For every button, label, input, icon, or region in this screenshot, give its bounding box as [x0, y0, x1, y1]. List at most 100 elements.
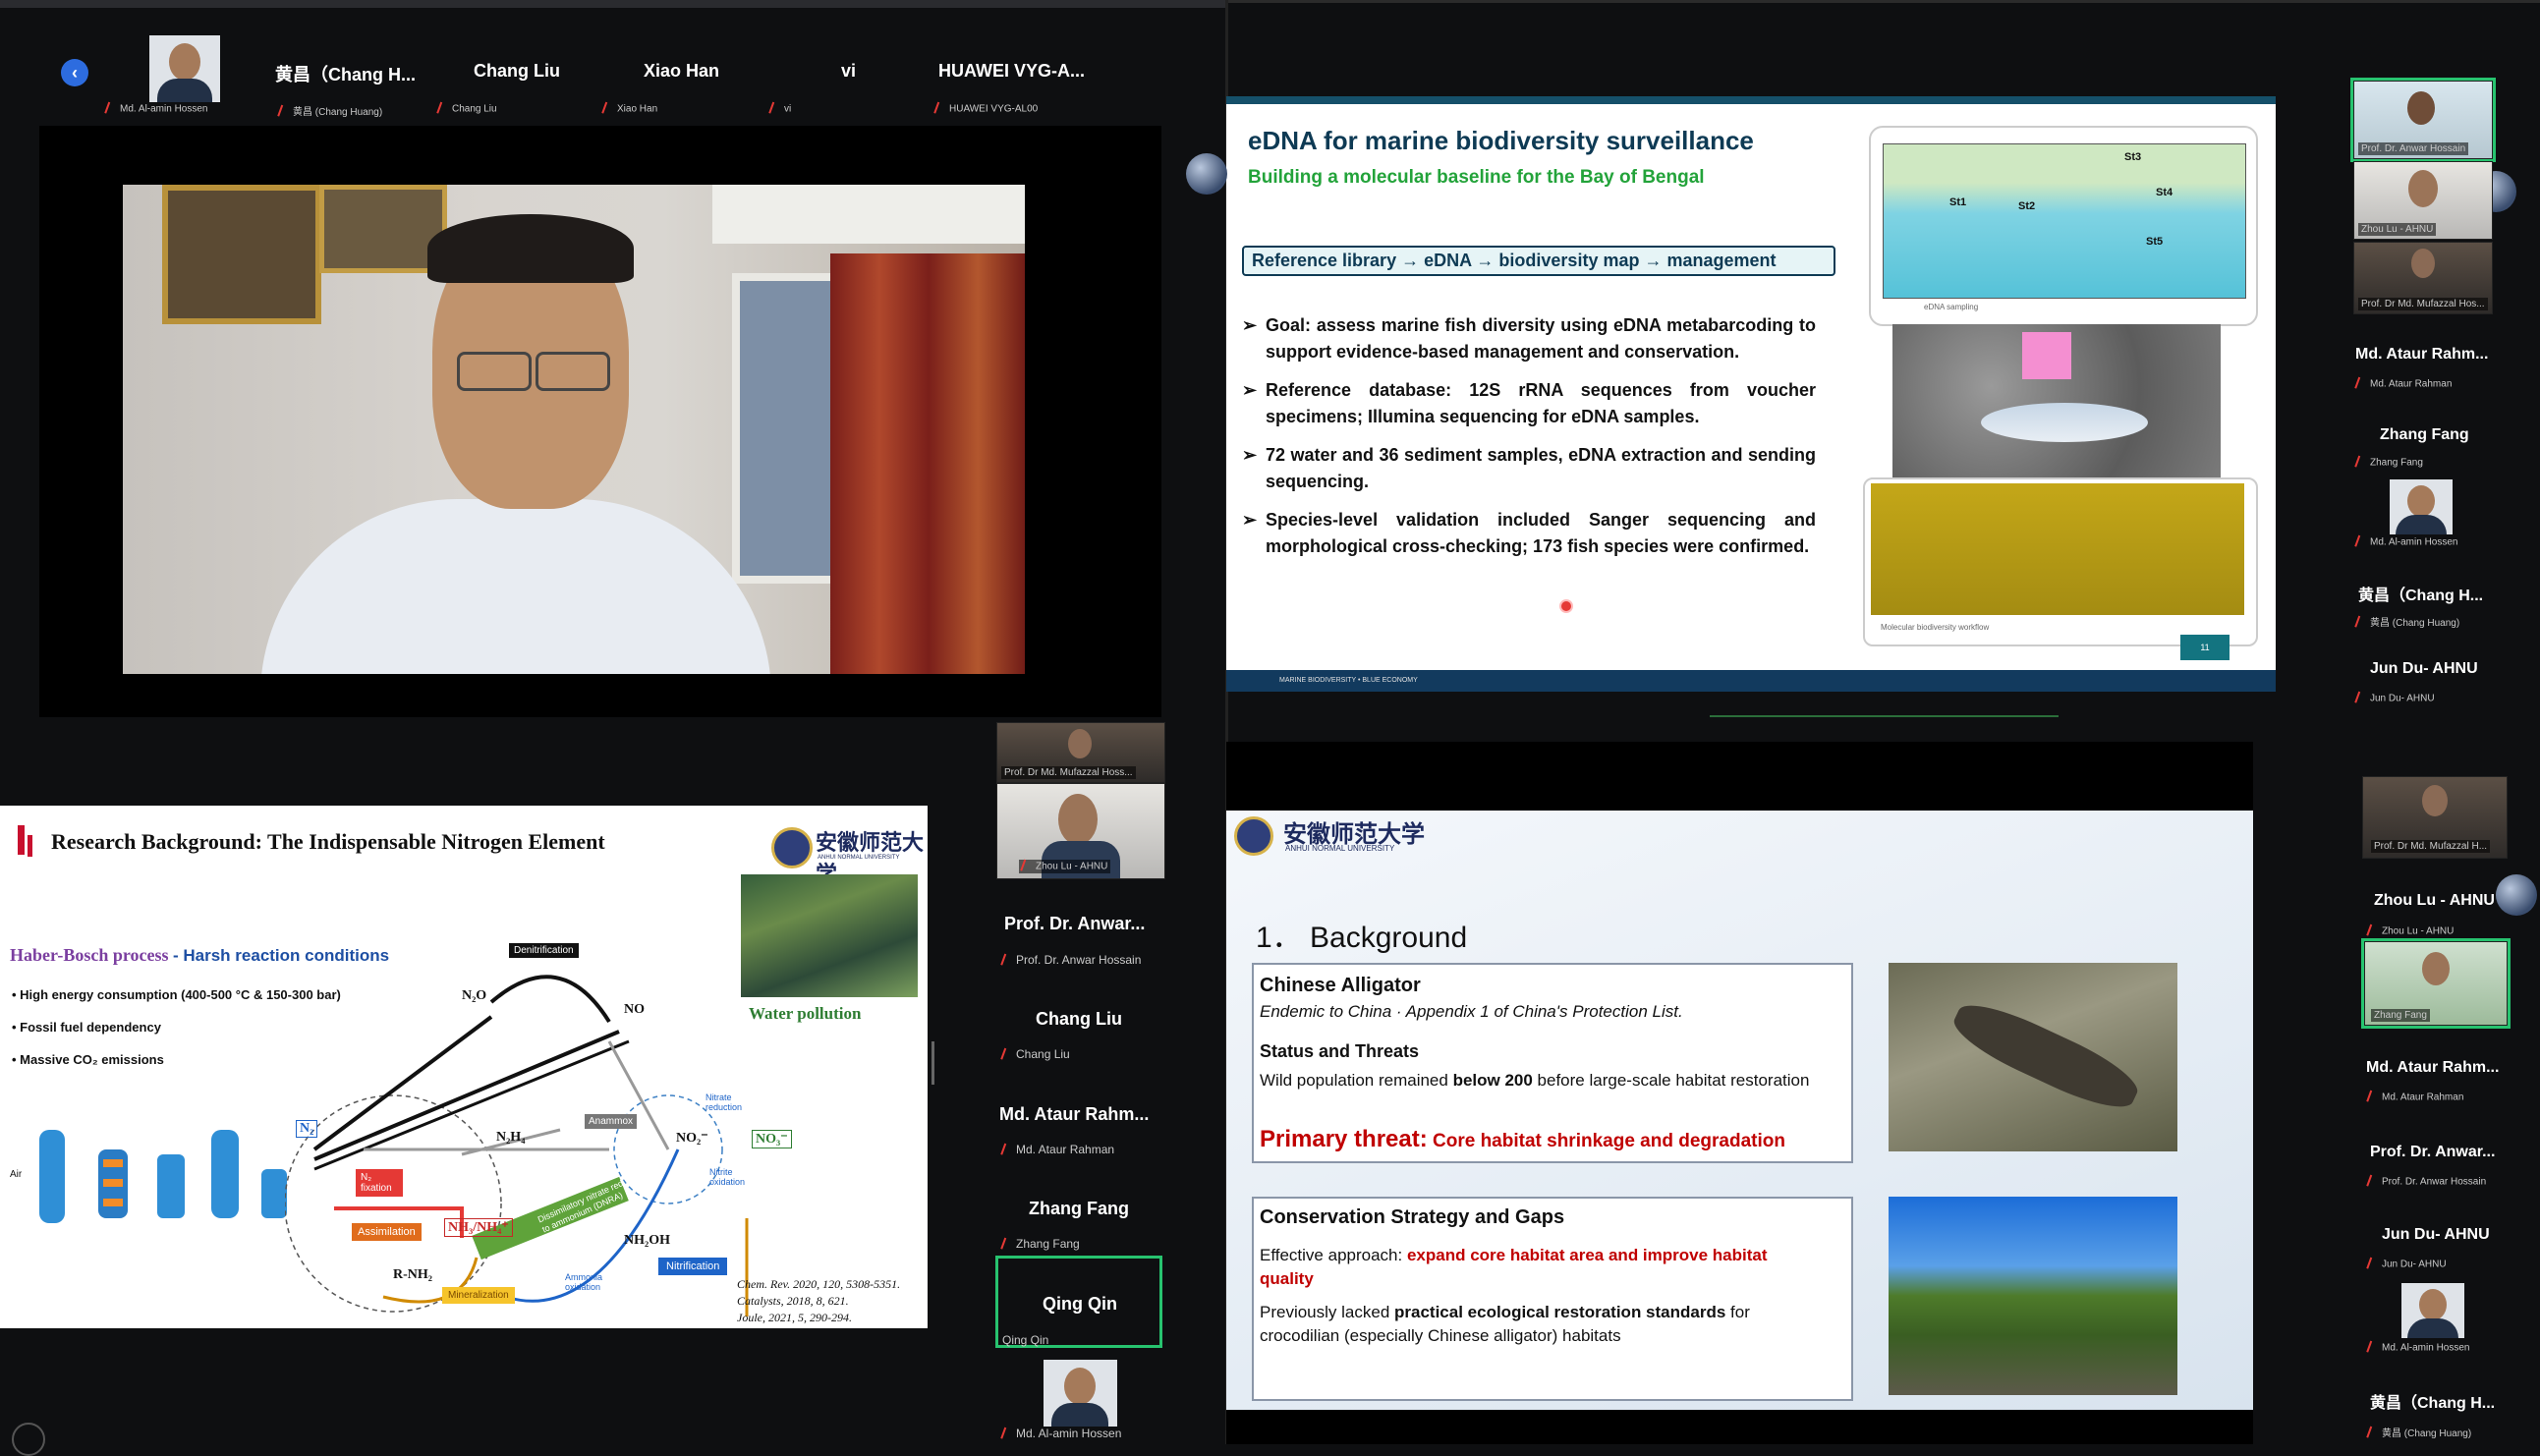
top-bar	[0, 0, 1228, 8]
rb-last-tag: 黄昌 (Chang Huang)	[2366, 1425, 2471, 1441]
rt-tag-2: 黄昌 (Chang Huang)	[2354, 614, 2459, 631]
status-title: Status and Threats	[1260, 1041, 1420, 1061]
alligator-box: Chinese Alligator Endemic to China · App…	[1252, 963, 1853, 1163]
rb-tag-0: Zhou Lu - AHNU	[2366, 924, 2454, 939]
mid-name-3: Zhang Fang	[1029, 1199, 1129, 1218]
mid-name-1: Chang Liu	[1036, 1009, 1122, 1029]
fish-photo	[1892, 324, 2221, 479]
mid-name-2: Md. Ataur Rahm...	[999, 1104, 1150, 1124]
map-station-st1: St1	[1949, 196, 1967, 208]
back-button[interactable]: ‹	[61, 59, 88, 86]
top-tag-1: 黄昌 (Chang Huang)	[277, 103, 382, 120]
denitrification-label: Denitrification	[509, 943, 579, 958]
strategy-title: Conservation Strategy and Gaps	[1260, 1206, 1565, 1228]
n2-label: N₂	[296, 1120, 318, 1138]
edna-map-card: St3 St4 St5 St1 St2 eDNA sampling	[1869, 126, 2258, 326]
anammox-label: Anammox	[585, 1114, 638, 1129]
edna-page-badge: 11	[2180, 635, 2230, 660]
edna-bullet-1: Goal: assess marine fish diversity using…	[1266, 315, 1816, 362]
map-station-st2: St2	[2018, 200, 2036, 212]
rb-video-tag-2: Zhang Fang	[2371, 1009, 2430, 1022]
edna-footer: MARINE BIODIVERSITY • BLUE ECONOMY	[1279, 677, 1418, 684]
top-name-2: Chang Liu	[474, 61, 560, 81]
mid-tile-active-speaker[interactable]: Qing Qin Qing Qin	[995, 1256, 1162, 1348]
no3-label: NO₃⁻	[752, 1130, 792, 1148]
rt-avatar	[2390, 479, 2453, 534]
right-video-1[interactable]: Prof. Dr. Anwar Hossain	[2350, 78, 2496, 162]
univ-logo	[771, 827, 813, 868]
right-video-tag-1: Prof. Dr. Anwar Hossain	[2358, 142, 2469, 155]
bg-slide-bottombar	[1226, 1410, 2253, 1444]
edna-subtitle: Building a molecular baseline for the Ba…	[1248, 167, 1705, 188]
bg-slide-topbar	[1226, 742, 2253, 811]
mid-last-tag: Md. Al-amin Hossen	[1000, 1427, 1121, 1442]
alligator-subtitle: Endemic to China · Appendix 1 of China's…	[1260, 1002, 1683, 1021]
rt-avatar-tag: Md. Al-amin Hossen	[2354, 534, 2457, 550]
ammonia-oxidation-label: Ammonia oxidation	[565, 1272, 603, 1292]
top-name-1: 黄昌（Chang H...	[275, 65, 416, 84]
rb-tag-1: Md. Ataur Rahman	[2366, 1090, 2463, 1105]
n2o-label: N₂O	[462, 988, 487, 1003]
bg-heading: 1． Background	[1256, 922, 1468, 954]
mid-video-2[interactable]: Zhou Lu - AHNU	[996, 783, 1165, 879]
rb-tag-3: Jun Du- AHNU	[2366, 1257, 2447, 1272]
nitrogen-cycle-diagram: Denitrification N₂O NO N₂ N₂H₄ Anammox N…	[285, 924, 792, 1316]
mineralization-label: Mineralization	[442, 1287, 515, 1304]
rb-name-2: Prof. Dr. Anwar...	[2370, 1144, 2496, 1160]
nh2oh-label: NH₂OH	[624, 1233, 670, 1248]
pen-tool-button[interactable]	[12, 1423, 45, 1456]
edna-scroll-marker	[1710, 715, 2059, 717]
reference-3: Joule, 2021, 5, 290-294.	[737, 1311, 852, 1324]
reactor-process-diagram: Air	[10, 1110, 305, 1228]
rt-tag-1: Zhang Fang	[2354, 455, 2423, 471]
map-station-st5: St5	[2146, 236, 2164, 248]
effective-approach: Effective approach: expand core habitat …	[1260, 1246, 1768, 1288]
edna-bullet-2: Reference database: 12S rRNA sequences f…	[1266, 380, 1816, 426]
gel-card: Molecular biodiversity workflow	[1863, 477, 2258, 646]
mid-tag-2: Md. Ataur Rahman	[1000, 1143, 1114, 1158]
mid-video-1[interactable]: Prof. Dr Md. Mufazzal Hoss...	[996, 722, 1165, 783]
bullet-3: • Massive CO₂ emissions	[12, 1052, 164, 1067]
splitter-handle[interactable]	[931, 1041, 934, 1085]
nitrite-oxidation-label: Nitrite oxidation	[709, 1167, 746, 1187]
background-slide: 安徽师范大学 ANHUI NORMAL UNIVERSITY 1． Backgr…	[1226, 811, 2253, 1410]
top-name-5: HUAWEI VYG-A...	[938, 61, 1086, 81]
rb-video-1[interactable]: Prof. Dr Md. Mufazzal H...	[2362, 776, 2508, 859]
mid-tag-1: Chang Liu	[1000, 1047, 1070, 1063]
mid-name-4: Qing Qin	[1043, 1294, 1117, 1314]
top-avatar	[149, 35, 220, 102]
right-topbar	[1228, 0, 2540, 3]
no2-label: NO₂⁻	[676, 1131, 708, 1146]
rb-last-name: 黄昌（Chang H...	[2370, 1395, 2496, 1412]
rb-video-2[interactable]: Zhang Fang	[2361, 938, 2511, 1029]
rt-name-2: 黄昌（Chang H...	[2358, 588, 2484, 604]
edna-bullets: ➢ Goal: assess marine fish diversity usin…	[1242, 315, 1816, 556]
mid-video-tag-1: Prof. Dr Md. Mufazzal Hoss...	[1001, 766, 1136, 779]
speaker-video	[123, 185, 1025, 674]
top-name-3: Xiao Han	[644, 61, 720, 81]
edna-bullet-4: Species-level validation included Sanger…	[1266, 510, 1816, 556]
map-station-st3: St3	[2124, 151, 2142, 163]
laser-pointer-dot	[1559, 599, 1573, 613]
right-video-tag-3: Prof. Dr Md. Mufazzal Hos...	[2358, 298, 2488, 310]
rb-avatar	[2401, 1283, 2464, 1338]
status-text: Wild population remained below 200 befor…	[1260, 1071, 1810, 1090]
nh3-label: NH₃/NH₄⁺	[444, 1218, 513, 1237]
floating-bubble-1	[1186, 153, 1227, 195]
reference-2: Catalysts, 2018, 8, 621.	[737, 1294, 849, 1308]
right-video-3[interactable]: Prof. Dr Md. Mufazzal Hos...	[2353, 242, 2493, 314]
rb-name-0: Zhou Lu - AHNU	[2374, 892, 2495, 909]
rb-tag-2: Prof. Dr. Anwar Hossain	[2366, 1174, 2486, 1190]
edna-slide: eDNA for marine biodiversity surveillanc…	[1226, 96, 2276, 692]
bullet-2: • Fossil fuel dependency	[12, 1020, 161, 1035]
rnh2-label: R-NH₂	[393, 1267, 432, 1282]
rb-name-1: Md. Ataur Rahm...	[2366, 1059, 2500, 1076]
top-tag-4: vi	[768, 101, 791, 117]
rb-video-tag-1: Prof. Dr Md. Mufazzal H...	[2371, 840, 2491, 853]
rt-name-3: Jun Du- AHNU	[2370, 660, 2478, 677]
slide-accent-bar	[18, 825, 25, 855]
top-tag-3: Xiao Han	[601, 101, 657, 117]
alligator-title: Chinese Alligator	[1260, 975, 1421, 996]
right-video-2[interactable]: Zhou Lu - AHNU	[2353, 161, 2493, 240]
mid-tag-0: Prof. Dr. Anwar Hossain	[1000, 953, 1141, 969]
